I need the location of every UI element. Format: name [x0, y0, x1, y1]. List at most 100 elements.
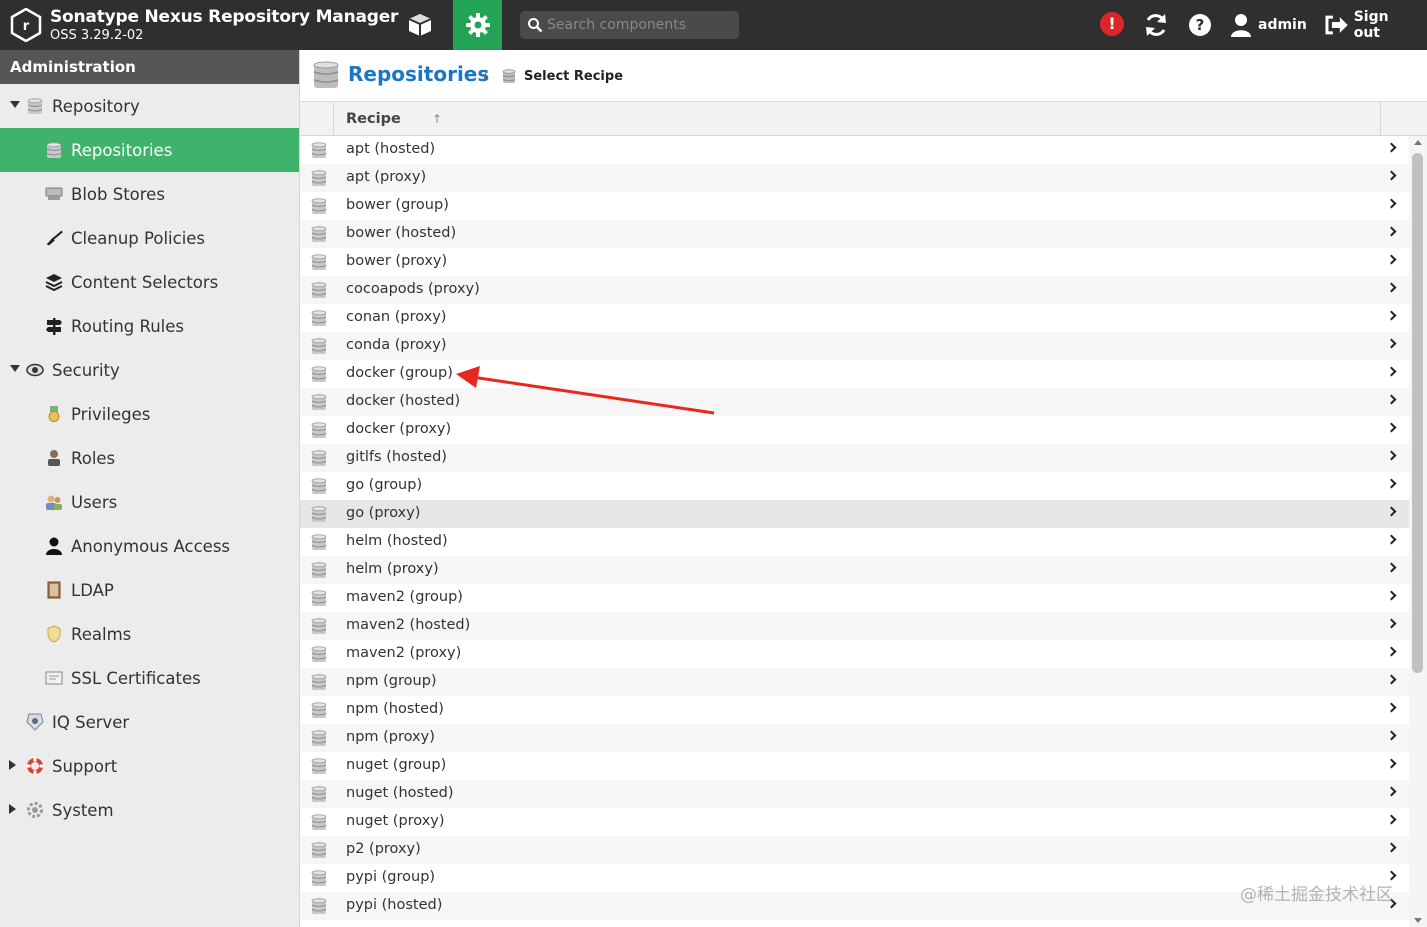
sidebar-item-users[interactable]: Users	[0, 480, 299, 524]
recipe-row[interactable]: npm (group)	[300, 668, 1409, 696]
chevron-right-icon[interactable]	[1386, 366, 1397, 377]
sidebar-item-roles[interactable]: Roles	[0, 436, 299, 480]
chevron-right-icon[interactable]	[1386, 646, 1397, 657]
browse-button[interactable]	[398, 0, 442, 50]
chevron-right-icon[interactable]	[1386, 450, 1397, 461]
chevron-right-icon[interactable]	[1386, 590, 1397, 601]
chevron-right-icon[interactable]	[1386, 282, 1397, 293]
chevron-right-icon[interactable]	[1386, 758, 1397, 769]
expand-arrow-icon[interactable]	[10, 365, 20, 372]
user-menu-button[interactable]: admin	[1230, 0, 1310, 50]
recipe-row[interactable]: nuget (proxy)	[300, 808, 1409, 836]
sidebar-item-routing-rules[interactable]: Routing Rules	[0, 304, 299, 348]
recipe-row[interactable]: maven2 (proxy)	[300, 640, 1409, 668]
scroll-up-arrow-icon[interactable]	[1414, 140, 1422, 145]
recipe-row[interactable]: nuget (hosted)	[300, 780, 1409, 808]
chevron-right-icon[interactable]	[1386, 814, 1397, 825]
recipe-row[interactable]: npm (proxy)	[300, 724, 1409, 752]
sidebar-item-ldap[interactable]: LDAP	[0, 568, 299, 612]
sidebar-item-system[interactable]: System	[0, 788, 299, 832]
search-box[interactable]	[520, 11, 739, 39]
chevron-right-icon[interactable]	[1386, 870, 1397, 881]
recipe-row[interactable]: nuget (group)	[300, 752, 1409, 780]
chevron-right-icon[interactable]	[1386, 226, 1397, 237]
sidebar-item-anonymous-access[interactable]: Anonymous Access	[0, 524, 299, 568]
recipe-row[interactable]: docker (group)	[300, 360, 1409, 388]
recipe-row[interactable]: cocoapods (proxy)	[300, 276, 1409, 304]
sidebar-item-content-selectors[interactable]: Content Selectors	[0, 260, 299, 304]
sidebar-item-label: SSL Certificates	[71, 668, 201, 688]
chevron-right-icon[interactable]	[1386, 730, 1397, 741]
chevron-right-icon[interactable]	[1386, 422, 1397, 433]
recipe-label: helm (proxy)	[346, 561, 439, 577]
sidebar-item-label: IQ Server	[52, 712, 130, 732]
collapsed-arrow-icon[interactable]	[9, 760, 16, 770]
recipe-row[interactable]: apt (proxy)	[300, 164, 1409, 192]
chevron-right-icon[interactable]	[1386, 170, 1397, 181]
recipe-row[interactable]: helm (hosted)	[300, 528, 1409, 556]
chevron-right-icon[interactable]	[1386, 142, 1397, 153]
recipe-row[interactable]: apt (hosted)	[300, 136, 1409, 164]
nexus-logo-icon[interactable]: r	[10, 8, 42, 42]
recipe-row[interactable]: conan (proxy)	[300, 304, 1409, 332]
sidebar-item-support[interactable]: Support	[0, 744, 299, 788]
chevron-right-icon[interactable]	[1386, 618, 1397, 629]
help-button[interactable]: ?	[1186, 0, 1214, 50]
sidebar-item-privileges[interactable]: Privileges	[0, 392, 299, 436]
breadcrumb-repositories-link[interactable]: Repositories	[348, 62, 489, 86]
sidebar-item-iq-server[interactable]: IQ Server	[0, 700, 299, 744]
recipe-row[interactable]: bower (group)	[300, 192, 1409, 220]
recipe-row[interactable]: bower (proxy)	[300, 248, 1409, 276]
recipe-column-header[interactable]: Recipe ↑	[335, 102, 1381, 136]
database-icon	[311, 758, 327, 779]
alert-icon[interactable]: !	[1100, 12, 1124, 36]
chevron-right-icon[interactable]	[1386, 254, 1397, 265]
recipe-row[interactable]: gitlfs (hosted)	[300, 444, 1409, 472]
scroll-down-arrow-icon[interactable]	[1414, 918, 1422, 923]
recipe-row[interactable]: bower (hosted)	[300, 220, 1409, 248]
sidebar-item-cleanup-policies[interactable]: Cleanup Policies	[0, 216, 299, 260]
recipe-label: apt (proxy)	[346, 169, 427, 185]
sidebar-item-security[interactable]: Security	[0, 348, 299, 392]
sign-out-button[interactable]: Sign out	[1324, 0, 1419, 50]
lifebuoy-icon	[26, 757, 44, 775]
search-input[interactable]	[547, 14, 732, 36]
recipe-row[interactable]: maven2 (group)	[300, 584, 1409, 612]
chevron-right-icon[interactable]	[1386, 702, 1397, 713]
administration-button[interactable]	[453, 0, 502, 50]
recipe-row[interactable]: helm (proxy)	[300, 556, 1409, 584]
collapsed-arrow-icon[interactable]	[9, 804, 16, 814]
sidebar-item-repositories[interactable]: Repositories	[0, 128, 299, 172]
grid-scrollbar[interactable]	[1409, 136, 1427, 927]
recipe-row[interactable]: docker (proxy)	[300, 416, 1409, 444]
recipe-row[interactable]: maven2 (hosted)	[300, 612, 1409, 640]
recipe-row[interactable]: conda (proxy)	[300, 332, 1409, 360]
recipe-row[interactable]: go (proxy)	[300, 500, 1409, 528]
chevron-right-icon[interactable]	[1386, 562, 1397, 573]
sidebar-item-ssl-certificates[interactable]: SSL Certificates	[0, 656, 299, 700]
recipe-row[interactable]: p2 (proxy)	[300, 836, 1409, 864]
chevron-right-icon[interactable]	[1386, 786, 1397, 797]
recipe-row[interactable]: docker (hosted)	[300, 388, 1409, 416]
sidebar-item-realms[interactable]: Realms	[0, 612, 299, 656]
chevron-right-icon[interactable]	[1386, 310, 1397, 321]
sidebar-item-blob-stores[interactable]: Blob Stores	[0, 172, 299, 216]
sidebar-item-repository[interactable]: Repository	[0, 84, 299, 128]
chevron-right-icon[interactable]	[1386, 338, 1397, 349]
recipe-column-label[interactable]: Recipe	[346, 111, 401, 127]
chevron-right-icon[interactable]	[1386, 534, 1397, 545]
database-icon	[502, 69, 516, 83]
scroll-thumb[interactable]	[1412, 153, 1423, 673]
recipe-row[interactable]: npm (hosted)	[300, 696, 1409, 724]
chevron-right-icon[interactable]	[1386, 506, 1397, 517]
chevron-right-icon[interactable]	[1386, 674, 1397, 685]
recipe-row[interactable]: go (group)	[300, 472, 1409, 500]
chevron-right-icon[interactable]	[1386, 842, 1397, 853]
recipe-label: bower (group)	[346, 197, 449, 213]
chevron-right-icon[interactable]	[1386, 478, 1397, 489]
chevron-right-icon[interactable]	[1386, 394, 1397, 405]
database-icon	[311, 814, 327, 835]
chevron-right-icon[interactable]	[1386, 198, 1397, 209]
refresh-button[interactable]	[1140, 0, 1172, 50]
expand-arrow-icon[interactable]	[10, 101, 20, 108]
